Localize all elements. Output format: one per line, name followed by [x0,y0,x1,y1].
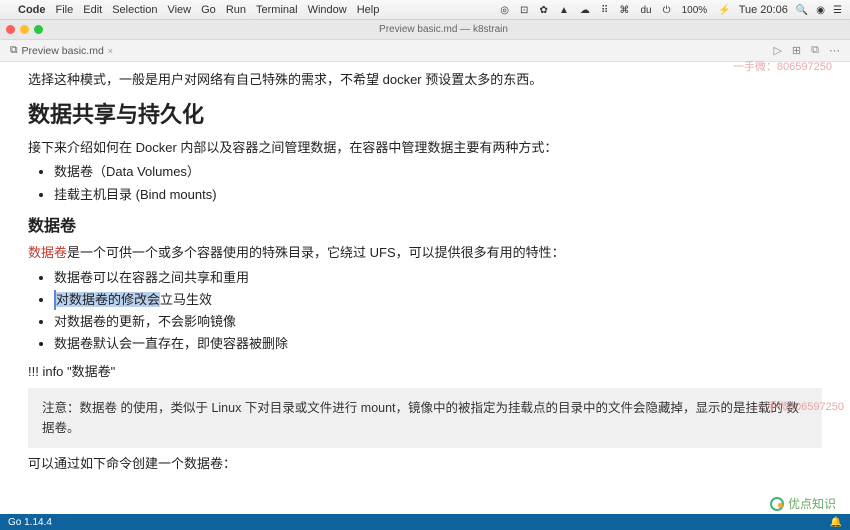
close-tab-icon[interactable]: × [108,46,113,56]
menu-go[interactable]: Go [201,4,216,16]
brand-badge: 优点知识 [770,495,836,512]
heading-data-sharing: 数据共享与持久化 [28,98,822,132]
control-center-icon[interactable]: ☰ [833,5,842,16]
statusbar-go-version[interactable]: Go 1.14.4 [8,517,52,528]
list-item: 数据卷可以在容器之间共享和重用 [54,268,822,288]
list-methods: 数据卷（Data Volumes） 挂载主机目录 (Bind mounts) [54,162,822,204]
paragraph: 可以通过如下命令创建一个数据卷： [28,454,822,474]
menu-window[interactable]: Window [308,4,347,16]
status-icon[interactable]: ✿ [540,5,548,16]
paragraph: 接下来介绍如何在 Docker 内部以及容器之间管理数据，在容器中管理数据主要有… [28,138,822,158]
list-item: 挂载主机目录 (Bind mounts) [54,185,822,205]
battery-icon[interactable]: ⚡ [718,5,730,16]
list-item: 对数据卷的更新，不会影响镜像 [54,312,822,332]
vscode-statusbar[interactable]: Go 1.14.4 🔔 [0,514,850,530]
minimize-button[interactable] [20,25,29,34]
wifi-icon[interactable]: ⌘ [619,5,629,16]
heading-data-volume: 数据卷 [28,215,822,240]
tab-label: Preview basic.md [22,45,104,57]
menubar-clock[interactable]: Tue 20:06 [739,4,788,16]
status-icon[interactable]: ⊡ [520,5,528,16]
close-button[interactable] [6,25,15,34]
info-admonition: 注意：数据卷 的使用，类似于 Linux 下对目录或文件进行 mount，镜像中… [28,388,822,448]
window-titlebar: Preview basic.md — k8strain [0,20,850,40]
status-icon[interactable]: ☁ [580,5,590,16]
status-icon[interactable]: du [640,5,651,16]
menu-run[interactable]: Run [226,4,246,16]
menu-file[interactable]: File [56,4,74,16]
list-features: 数据卷可以在容器之间共享和重用 对数据卷的修改会立马生效 对数据卷的更新，不会影… [54,268,822,355]
list-item: 数据卷默认会一直存在，即使容器被删除 [54,334,822,354]
notifications-icon[interactable]: 🔔 [830,517,842,528]
term-data-volume: 数据卷 [28,245,67,260]
status-icon[interactable]: ⏻ [663,5,671,16]
paragraph: 数据卷是一个可供一个或多个容器使用的特殊目录，它绕过 UFS，可以提供很多有用的… [28,243,822,263]
macos-menubar: Code File Edit Selection View Go Run Ter… [0,0,850,20]
text-selection: 对数据卷的修改会 [56,292,160,307]
window-title: Preview basic.md — k8strain [43,24,844,35]
list-item: 数据卷（Data Volumes） [54,162,822,182]
status-icon[interactable]: ⠿ [601,5,608,16]
split-icon[interactable]: ⊞ [792,44,801,57]
brand-logo-icon [770,497,784,511]
editor-tabbar: ⧉ Preview basic.md × ▷ ⊞ ⧉ ⋯ [0,40,850,62]
paragraph: 选择这种模式，一般是用户对网络有自己特殊的需求，不希望 docker 预设置太多… [28,70,822,90]
menu-view[interactable]: View [167,4,191,16]
menubar-status-icons: ◎ ⊡ ✿ ▲ ☁ ⠿ ⌘ du ⏻ 100% ⚡ [492,4,730,16]
tab-preview-basic[interactable]: ⧉ Preview basic.md × [4,42,119,59]
preview-icon: ⧉ [10,44,18,57]
more-icon[interactable]: ⋯ [829,44,840,57]
siri-icon[interactable]: ◉ [816,5,825,16]
status-icon[interactable]: ▲ [559,5,569,16]
menu-help[interactable]: Help [357,4,380,16]
traffic-lights [6,25,43,34]
run-icon[interactable]: ▷ [773,44,781,57]
admonition-header: !!! info "数据卷" [28,362,822,382]
app-name[interactable]: Code [18,4,46,16]
menu-edit[interactable]: Edit [83,4,102,16]
layout-icon[interactable]: ⧉ [811,44,819,57]
status-icon[interactable]: ◎ [500,5,509,16]
menu-terminal[interactable]: Terminal [256,4,298,16]
watermark: 一手微806597250 [756,398,844,414]
spotlight-icon[interactable]: 🔍 [796,5,808,16]
maximize-button[interactable] [34,25,43,34]
battery-percent: 100% [682,5,708,16]
markdown-preview[interactable]: 选择这种模式，一般是用户对网络有自己特殊的需求，不希望 docker 预设置太多… [0,62,850,510]
list-item-selected: 对数据卷的修改会立马生效 [54,290,822,310]
menu-selection[interactable]: Selection [112,4,157,16]
watermark: 一手微：806597250 [733,58,832,74]
